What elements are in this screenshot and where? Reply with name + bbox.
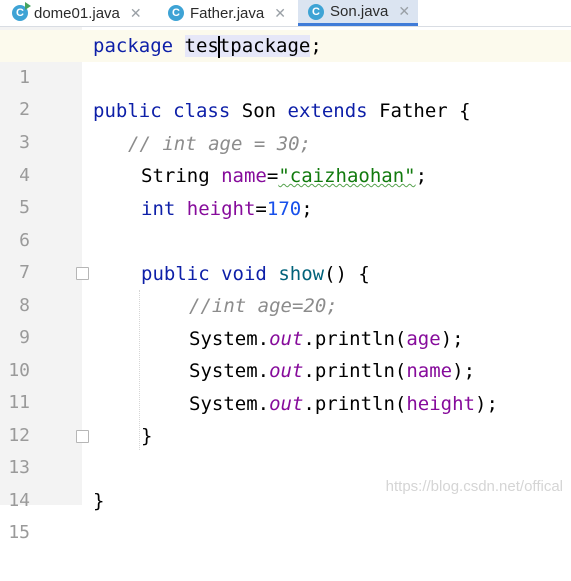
tab-dome01[interactable]: C dome01.java ✕ [12,0,142,26]
line-number: 15 [8,522,30,543]
editor-tab-bar: C dome01.java ✕ C Father.java ✕ C Son.ja… [0,0,571,27]
java-class-run-icon: C [12,2,31,21]
code-line-9[interactable]: 9 //int age=20; [0,290,571,348]
string-literal: "caizhaohan" [278,165,416,187]
comment: // int age = 30; [128,133,312,155]
fold-toggle-icon[interactable] [76,267,89,280]
java-class-icon: C [168,5,184,21]
fold-toggle-icon[interactable] [76,430,89,443]
comment: //int age=20; [189,295,338,317]
close-icon[interactable]: ✕ [398,3,410,20]
watermark-text: https://blog.csdn.net/offical [385,478,563,495]
tab-son[interactable]: C Son.java ✕ [298,0,419,26]
code-line-3[interactable]: 3 public class Son extends Father { [0,95,571,153]
code-line-10[interactable]: 10 System.out.println(age); [0,323,571,381]
java-class-icon: C [308,3,324,20]
code-line-7[interactable]: 7 [0,225,571,283]
code-line-12[interactable]: 12 System.out.println(height); [0,388,571,446]
code-line-5[interactable]: 5 String name="caizhaohan"; [0,160,571,218]
tab-label: Father.java [190,4,265,22]
code-line-6[interactable]: 6 int height=170; [0,193,571,251]
highlighted-identifier: testpackage [184,35,311,58]
close-icon[interactable]: ✕ [130,5,142,22]
code-line-2[interactable]: 2 [0,62,571,120]
tab-label: Son.java [330,3,389,20]
tab-father[interactable]: C Father.java ✕ [168,0,286,26]
close-icon[interactable]: ✕ [274,5,286,22]
keyword: package [93,35,174,57]
tab-label: dome01.java [34,4,120,22]
code-line-4[interactable]: 4 // int age = 30; [0,128,571,186]
code-line-11[interactable]: 11 System.out.println(name); [0,355,571,413]
code-line-1[interactable]: 1 package testpackage; [0,30,571,88]
